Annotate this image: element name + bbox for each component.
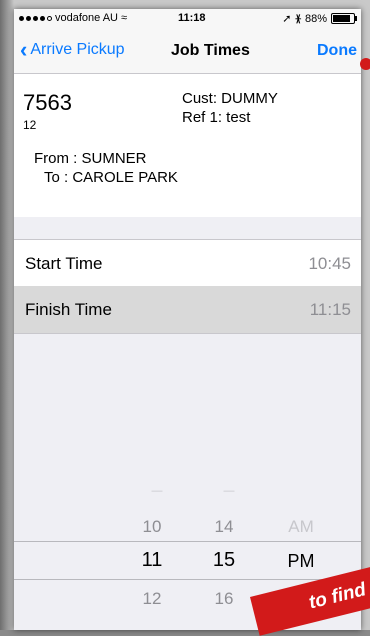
job-info-panel: 7563 12 Cust: DUMMY Ref 1: test From : S… — [14, 74, 361, 217]
picker-hour-above[interactable]: 10 — [132, 517, 172, 537]
status-right: ➚ ᚕ 88% — [282, 12, 357, 25]
picker-hour-below[interactable]: 12 — [132, 589, 172, 609]
phone-screen: vodafone AU ≈ 11:18 ➚ ᚕ 88% ‹ Arrive Pic… — [14, 9, 361, 630]
carrier-name: vodafone AU — [55, 12, 118, 24]
carrier-info: vodafone AU ≈ — [19, 12, 127, 24]
picker-hour-selected[interactable]: 11 — [132, 549, 172, 572]
battery-icon — [331, 13, 357, 24]
finish-time-row[interactable]: Finish Time 11:15 — [14, 286, 361, 334]
navigation-bar: ‹ Arrive Pickup Job Times Done — [14, 29, 361, 74]
picker-selection-bottom — [14, 579, 361, 580]
picker-faint-hour: — — [151, 485, 163, 497]
to-location: To : CAROLE PARK — [44, 169, 178, 186]
picker-pm[interactable]: PM — [276, 551, 326, 572]
page-title: Job Times — [171, 42, 250, 59]
annotation-banner-text: to find t — [306, 576, 370, 614]
picker-minute-selected[interactable]: 15 — [204, 549, 244, 572]
reference-label: Ref 1: test — [182, 109, 251, 126]
chevron-left-icon: ‹ — [20, 37, 28, 62]
picker-minute-above[interactable]: 14 — [204, 517, 244, 537]
job-sub-number: 12 — [23, 118, 37, 132]
picker-selection-top — [14, 541, 361, 542]
job-number: 7563 — [23, 90, 72, 115]
back-label: Arrive Pickup — [30, 41, 125, 58]
back-button[interactable]: ‹ Arrive Pickup — [20, 37, 125, 62]
start-time-label: Start Time — [25, 254, 103, 273]
bluetooth-icon: ᚕ — [295, 13, 301, 25]
location-arrow-icon: ➚ — [282, 13, 292, 25]
battery-percent: 88% — [304, 12, 327, 25]
wifi-icon: ≈ — [121, 12, 128, 24]
signal-dots-icon — [19, 15, 52, 21]
start-time-row[interactable]: Start Time 10:45 — [14, 239, 361, 288]
status-bar: vodafone AU ≈ 11:18 ➚ ᚕ 88% — [14, 9, 361, 29]
annotation-marker — [360, 58, 370, 70]
start-time-value: 10:45 — [308, 254, 351, 273]
done-button[interactable]: Done — [317, 42, 357, 60]
picker-minute-below[interactable]: 16 — [204, 589, 244, 609]
picker-am[interactable]: AM — [276, 517, 326, 537]
status-time: 11:18 — [178, 12, 206, 24]
customer-label: Cust: DUMMY — [182, 90, 278, 107]
finish-time-label: Finish Time — [25, 300, 112, 319]
picker-faint-minute: — — [223, 485, 235, 497]
finish-time-value: 11:15 — [309, 300, 351, 319]
from-location: From : SUMNER — [34, 150, 147, 167]
